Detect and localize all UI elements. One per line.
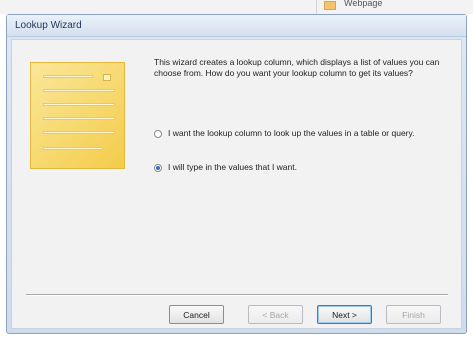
- illustration-field-bar: [43, 131, 115, 134]
- illustration-field-bar: [43, 117, 115, 120]
- wizard-illustration: [30, 62, 125, 169]
- dialog-titlebar[interactable]: Lookup Wizard: [7, 15, 466, 37]
- illustration-field-bar: [43, 147, 103, 150]
- finish-button[interactable]: Finish: [386, 305, 441, 324]
- cancel-button[interactable]: Cancel: [169, 305, 224, 324]
- option-lookup-table[interactable]: I want the lookup column to look up the …: [154, 128, 454, 139]
- dialog-title: Lookup Wizard: [15, 20, 82, 31]
- illustration-dropdown-icon: [103, 74, 111, 81]
- radio-type-values[interactable]: [154, 164, 162, 172]
- background-application: Webpage: [0, 0, 473, 14]
- next-button[interactable]: Next >: [317, 305, 372, 324]
- option-lookup-table-label: I want the lookup column to look up the …: [168, 128, 415, 138]
- option-type-values[interactable]: I will type in the values that I want.: [154, 162, 454, 173]
- back-button[interactable]: < Back: [248, 305, 303, 324]
- button-separator: [26, 294, 448, 296]
- illustration-field-bar: [43, 75, 93, 78]
- radio-lookup-table[interactable]: [154, 130, 162, 138]
- background-cell-text: Webpage: [344, 0, 383, 8]
- background-column-divider: [316, 0, 317, 14]
- illustration-field-bar: [43, 103, 115, 106]
- wizard-description: This wizard creates a lookup column, whi…: [154, 57, 440, 78]
- dialog-client-area: This wizard creates a lookup column, whi…: [11, 39, 462, 329]
- lookup-wizard-dialog: Lookup Wizard This wizard creates a look…: [6, 14, 467, 334]
- illustration-field-bar: [43, 89, 115, 92]
- option-type-values-label: I will type in the values that I want.: [168, 162, 297, 172]
- webpage-icon: [324, 1, 336, 10]
